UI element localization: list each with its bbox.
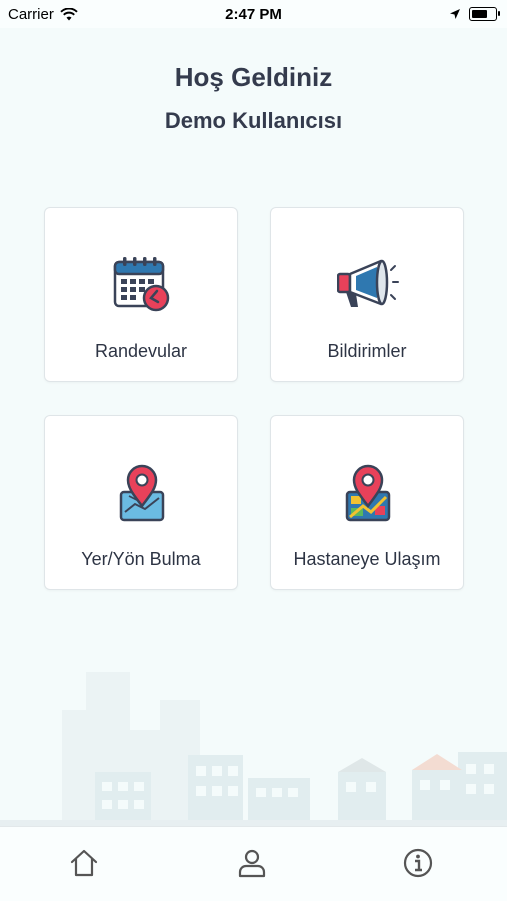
- calendar-clock-icon: [113, 257, 170, 312]
- megaphone-icon: [337, 259, 399, 307]
- user-name: Demo Kullanıcısı: [164, 108, 343, 133]
- city-skyline-illustration: [0, 672, 507, 828]
- wifi-icon: [60, 7, 78, 20]
- status-bar: Carrier 2:47 PM: [0, 0, 507, 28]
- map-route-icon: [345, 464, 391, 522]
- battery-level: [472, 10, 487, 18]
- tab-profile[interactable]: [232, 843, 272, 883]
- tab-home[interactable]: [64, 843, 104, 883]
- status-right: [449, 7, 507, 21]
- user-icon: [238, 849, 266, 878]
- tab-info[interactable]: [398, 843, 438, 883]
- tab-bar: [0, 826, 507, 901]
- location-arrow-icon: [450, 9, 460, 19]
- tile-appointments[interactable]: Randevular: [44, 207, 238, 382]
- carrier-label: Carrier: [8, 5, 54, 23]
- tile-notifications[interactable]: Bildirimler: [270, 207, 464, 382]
- tile-hospital-access[interactable]: Hastaneye Ulaşım: [270, 415, 464, 590]
- battery-icon: [469, 7, 500, 21]
- status-left: Carrier: [0, 6, 78, 23]
- tile-label: Hastaneye Ulaşım: [293, 549, 441, 569]
- home-icon: [70, 849, 98, 877]
- map-pin-icon: [119, 464, 165, 522]
- info-icon: [403, 848, 433, 878]
- welcome-title: Hoş Geldiniz: [174, 62, 333, 92]
- tile-wayfinding[interactable]: Yer/Yön Bulma: [44, 415, 238, 590]
- tile-label: Bildirimler: [327, 341, 407, 361]
- tile-label: Randevular: [94, 341, 188, 361]
- tile-label: Yer/Yön Bulma: [81, 549, 201, 569]
